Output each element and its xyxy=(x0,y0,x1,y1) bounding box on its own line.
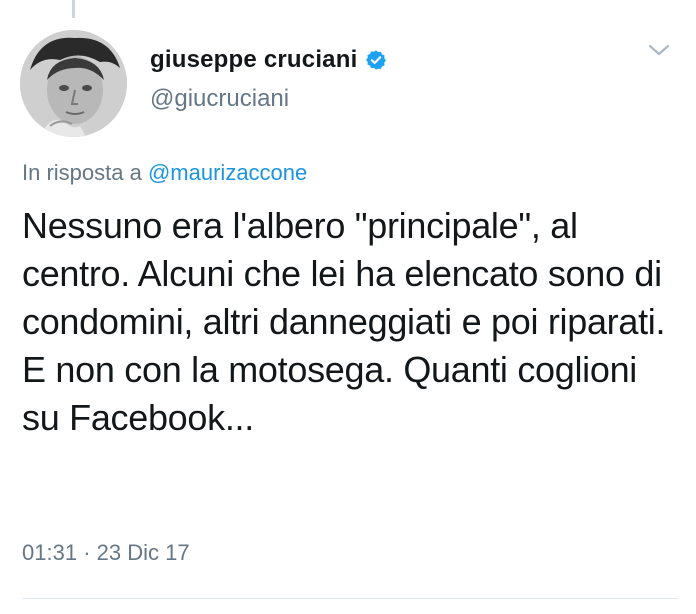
author-name-row[interactable]: giuseppe cruciani xyxy=(150,46,387,74)
avatar[interactable] xyxy=(20,30,127,137)
author-handle[interactable]: @giucruciani xyxy=(150,85,289,113)
avatar-photo xyxy=(20,30,127,137)
thread-connector-line xyxy=(72,0,75,18)
verified-badge-icon xyxy=(365,49,387,71)
divider xyxy=(22,598,678,599)
tweet-text: Nessuno era l'albero "principale", al ce… xyxy=(22,205,666,438)
timestamp-separator: · xyxy=(83,540,91,565)
tweet-timestamp[interactable]: 01:31 · 23 Dic 17 xyxy=(22,540,190,566)
tweet-date[interactable]: 23 Dic 17 xyxy=(97,540,190,565)
reply-mention-link[interactable]: @maurizaccone xyxy=(148,160,307,185)
chevron-down-icon[interactable] xyxy=(646,40,672,60)
tweet-time[interactable]: 01:31 xyxy=(22,540,77,565)
reply-prefix: In risposta a xyxy=(22,160,142,185)
reply-context: In risposta a @maurizaccone xyxy=(22,160,307,186)
author-display-name[interactable]: giuseppe cruciani xyxy=(150,46,357,74)
